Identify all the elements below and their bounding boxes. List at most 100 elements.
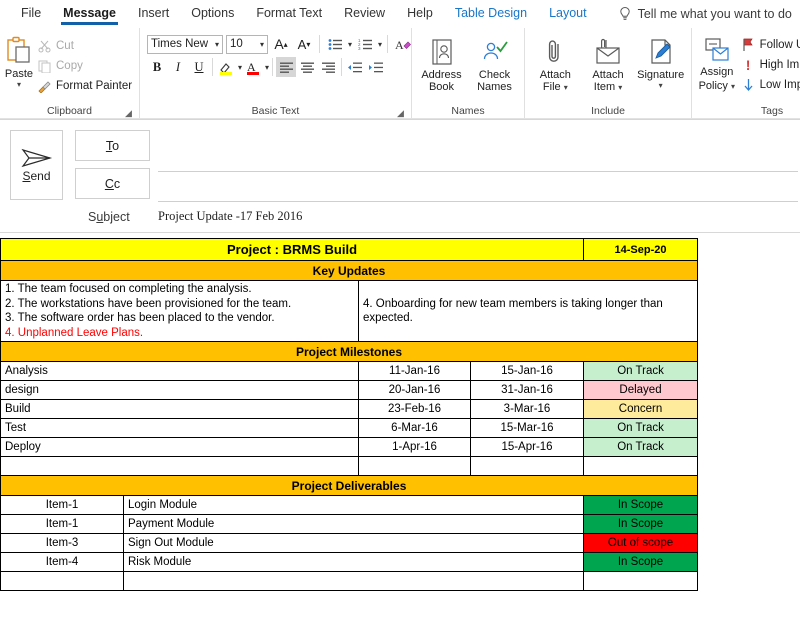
key-update-line: 4. Onboarding for new team members is ta… xyxy=(363,297,693,326)
mail-body[interactable]: Project : BRMS Build 14-Sep-20 Key Updat… xyxy=(0,233,800,608)
numbering-button[interactable]: 1 2 3 xyxy=(355,34,375,54)
table-row: Test 6-Mar-16 15-Mar-16 On Track xyxy=(1,419,698,438)
high-importance-label: High Importance xyxy=(760,59,800,71)
table-row: Item-1 Payment Module In Scope xyxy=(1,515,698,534)
status-badge: On Track xyxy=(584,438,698,457)
chevron-down-icon[interactable]: ▾ xyxy=(659,82,663,90)
chevron-down-icon[interactable]: ▾ xyxy=(260,40,264,49)
tab-insert[interactable]: Insert xyxy=(127,4,180,24)
deliverable-item: Item-3 xyxy=(1,534,124,553)
italic-button[interactable]: I xyxy=(168,57,188,77)
grow-font-button[interactable]: A▴ xyxy=(271,34,291,54)
attach-item-button[interactable]: Attach Item ▾ xyxy=(582,32,635,93)
status-badge: Delayed xyxy=(584,381,698,400)
tab-options[interactable]: Options xyxy=(180,4,245,24)
cc-input[interactable] xyxy=(158,201,798,202)
subject-input[interactable]: Project Update -17 Feb 2016 xyxy=(158,209,302,224)
chevron-down-icon[interactable]: ▾ xyxy=(348,40,352,49)
check-names-icon xyxy=(481,35,509,69)
milestone-name: Test xyxy=(1,419,359,438)
chevron-down-icon[interactable]: ▾ xyxy=(618,83,622,92)
table-row-key-updates: 1. The team focused on completing the an… xyxy=(1,281,698,342)
to-button[interactable]: To xyxy=(75,130,150,161)
clipboard-dialog-launcher-icon[interactable]: ◢ xyxy=(124,109,133,118)
table-row-deliverables-header: Project Deliverables xyxy=(1,476,698,496)
shrink-font-button[interactable]: A▾ xyxy=(294,34,314,54)
deliverable-item: Item-1 xyxy=(1,515,124,534)
format-painter-label: Format Painter xyxy=(56,80,132,92)
status-badge: Out of scope xyxy=(584,534,698,553)
tab-review[interactable]: Review xyxy=(333,4,396,24)
font-color-button[interactable]: A xyxy=(243,57,264,77)
high-importance-button[interactable]: ! High Importance xyxy=(738,55,800,75)
copy-button[interactable]: Copy xyxy=(34,56,136,76)
paste-button[interactable]: Paste ▾ xyxy=(4,32,34,89)
underline-button[interactable]: U xyxy=(189,57,209,77)
clipboard-group-label-text: Clipboard xyxy=(47,105,92,117)
increase-indent-button[interactable] xyxy=(366,57,386,77)
deliverable-name: Risk Module xyxy=(124,553,584,572)
to-input[interactable] xyxy=(158,171,798,172)
table-row: Item-4 Risk Module In Scope xyxy=(1,553,698,572)
cut-button[interactable]: Cut xyxy=(34,36,136,56)
chevron-down-icon[interactable]: ▾ xyxy=(265,63,269,72)
tab-layout[interactable]: Layout xyxy=(538,4,598,24)
table-row-milestones-header: Project Milestones xyxy=(1,342,698,362)
chevron-down-icon[interactable]: ▾ xyxy=(378,40,382,49)
bold-button[interactable]: B xyxy=(147,57,167,77)
key-updates-left-cell: 1. The team focused on completing the an… xyxy=(1,281,359,342)
milestone-name: Analysis xyxy=(1,362,359,381)
attach-item-label-1: Attach xyxy=(592,69,623,81)
low-importance-button[interactable]: Low Importance xyxy=(738,75,800,95)
align-right-button[interactable] xyxy=(318,57,338,77)
tab-help[interactable]: Help xyxy=(396,4,444,24)
milestone-start: 11-Jan-16 xyxy=(359,362,471,381)
chevron-down-icon[interactable]: ▾ xyxy=(238,63,242,72)
milestone-start: 6-Mar-16 xyxy=(359,419,471,438)
copy-icon xyxy=(38,60,51,73)
align-center-button[interactable] xyxy=(297,57,317,77)
deliverables-header-cell: Project Deliverables xyxy=(1,476,698,496)
milestone-end: 15-Mar-16 xyxy=(471,419,584,438)
align-left-button[interactable] xyxy=(276,57,296,77)
format-painter-button[interactable]: Format Painter xyxy=(34,76,136,96)
cc-button[interactable]: Cc xyxy=(75,168,150,199)
tab-message[interactable]: Message xyxy=(52,4,127,24)
send-label: Send xyxy=(22,169,50,183)
signature-button[interactable]: Signature ▾ xyxy=(634,32,687,90)
address-book-button[interactable]: Address Book xyxy=(416,32,467,93)
status-badge xyxy=(584,457,698,476)
basic-text-dialog-launcher-icon[interactable]: ◢ xyxy=(396,109,405,118)
follow-up-button[interactable]: Follow Up ▾ xyxy=(738,35,800,55)
assign-policy-button[interactable]: Assign Policy ▾ xyxy=(696,32,738,92)
decrease-indent-button[interactable] xyxy=(345,57,365,77)
chevron-down-icon[interactable]: ▾ xyxy=(215,40,219,49)
table-row-empty xyxy=(1,457,698,476)
chevron-down-icon[interactable]: ▾ xyxy=(731,82,735,91)
font-name-combo[interactable]: Times New ▾ xyxy=(147,35,223,54)
tell-me-label: Tell me what you want to do xyxy=(638,7,792,21)
low-importance-label: Low Importance xyxy=(760,79,800,91)
send-icon xyxy=(20,147,54,169)
project-date-cell: 14-Sep-20 xyxy=(584,239,698,261)
signature-label: Signature xyxy=(637,69,684,81)
text-highlight-color-button[interactable] xyxy=(216,57,237,77)
tab-file[interactable]: File xyxy=(10,4,52,24)
check-names-button[interactable]: Check Names xyxy=(469,32,520,93)
bullets-button[interactable] xyxy=(325,34,345,54)
deliverable-item xyxy=(1,572,124,591)
tab-format-text[interactable]: Format Text xyxy=(245,4,333,24)
milestone-start xyxy=(359,457,471,476)
assign-policy-icon xyxy=(703,36,731,64)
tell-me-search[interactable]: Tell me what you want to do xyxy=(618,6,792,22)
attach-file-button[interactable]: Attach File ▾ xyxy=(529,32,582,93)
signature-icon xyxy=(647,35,675,69)
paperclip-icon xyxy=(543,35,567,69)
chevron-down-icon[interactable]: ▾ xyxy=(17,81,21,89)
attach-item-icon xyxy=(593,35,623,69)
tab-table-design[interactable]: Table Design xyxy=(444,4,538,24)
chevron-down-icon[interactable]: ▾ xyxy=(564,83,568,92)
attach-file-label-1: Attach xyxy=(540,69,571,81)
font-size-combo[interactable]: 10 ▾ xyxy=(226,35,268,54)
send-button[interactable]: Send xyxy=(10,130,63,200)
